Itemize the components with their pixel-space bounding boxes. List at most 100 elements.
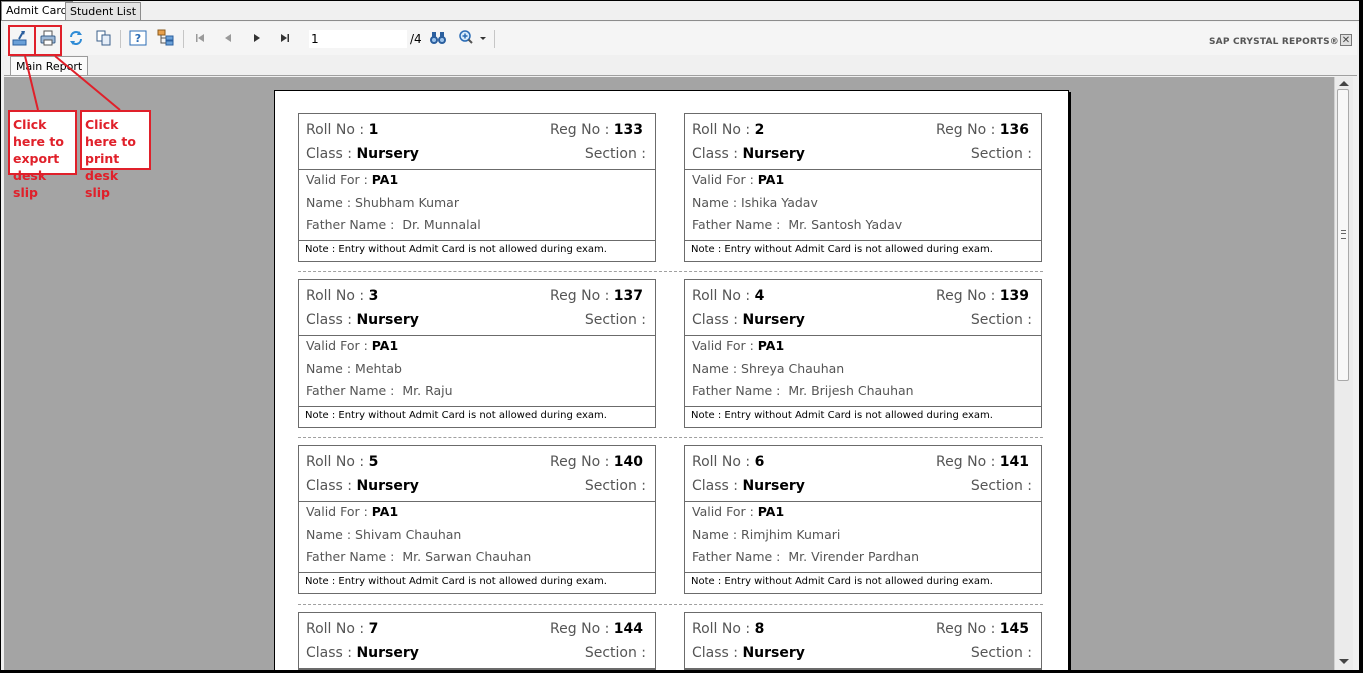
roll-no: Roll No : 6 [692,454,765,470]
previous-page-button[interactable] [217,27,239,49]
roll-no: Roll No : 3 [306,288,379,304]
class-field: Class : Nursery [692,146,805,162]
card-note: Note : Entry without Admit Card is not a… [691,410,993,421]
class-field: Class : Nursery [306,146,419,162]
student-name: Name : Ishika Yadav [692,195,818,210]
card-header: Roll No : 8 Reg No : 145 Class : Nursery Se… [685,613,1041,669]
next-page-button[interactable] [246,27,268,49]
reg-no: Reg No : 139 [936,288,1029,304]
reg-no: Reg No : 144 [550,621,643,637]
valid-for: Valid For : PA1 [306,338,399,353]
admit-card: Roll No : 1 Reg No : 133 Class : Nursery Se… [298,113,656,262]
report-viewer-window: Admit Card Student List ? 1 /4 SAP CRYST… [1,1,1359,670]
class-field: Class : Nursery [692,645,805,661]
first-page-icon [196,34,204,42]
section-field: Section : [584,146,646,162]
find-button[interactable] [427,27,449,49]
row-separator [298,437,1043,438]
section-field: Section : [584,312,646,328]
report-toolbar: ? 1 /4 SAP CRYSTAL REPORTS® ✕ [4,22,1357,55]
scroll-thumb[interactable] [1337,89,1349,381]
section-field: Section : [584,478,646,494]
close-view-button[interactable]: ✕ [1340,34,1352,46]
admit-card: Roll No : 5 Reg No : 140 Class : Nursery Se… [298,445,656,594]
toolbar-separator [183,30,184,48]
admit-card: Roll No : 4 Reg No : 139 Class : Nursery Se… [684,279,1042,428]
roll-no: Roll No : 4 [692,288,765,304]
class-field: Class : Nursery [692,478,805,494]
scroll-grip [1341,230,1346,239]
last-page-button[interactable] [274,27,296,49]
reg-no: Reg No : 145 [936,621,1029,637]
export-arrow [24,55,39,111]
row-separator [298,271,1043,272]
card-header: Roll No : 3 Reg No : 137 Class : Nursery Se… [299,280,655,336]
card-body: Valid For : PA1 Name : Rimjhim Kumari Fath… [685,502,1041,573]
reg-no: Reg No : 140 [550,454,643,470]
roll-no: Roll No : 2 [692,122,765,138]
student-name: Name : Shubham Kumar [306,195,459,210]
valid-for: Valid For : PA1 [306,172,399,187]
student-name: Name : Shivam Chauhan [306,527,462,542]
valid-for: Valid For : PA1 [692,504,785,519]
card-body: Valid For : PA1 Name : Shreya Chauhan Fath… [685,336,1041,407]
reg-no: Reg No : 137 [550,288,643,304]
page-total-label: /4 [410,32,422,46]
previous-page-icon [225,34,231,42]
first-page-button[interactable] [189,27,211,49]
card-note: Note : Entry without Admit Card is not a… [691,244,993,255]
card-header: Roll No : 5 Reg No : 140 Class : Nursery Se… [299,446,655,502]
page-number-input[interactable] [309,30,407,48]
valid-for: Valid For : PA1 [692,172,785,187]
father-name: Father Name : Mr. Santosh Yadav [692,217,903,232]
reg-no: Reg No : 141 [936,454,1029,470]
father-name: Father Name : Mr. Virender Pardhan [692,549,920,564]
admit-card: Roll No : 8 Reg No : 145 Class : Nursery Se… [684,612,1042,670]
card-note: Note : Entry without Admit Card is not a… [305,244,607,255]
card-body: Valid For : PA1 Name : Mehtab Father Name … [299,336,655,407]
brand-label: SAP CRYSTAL REPORTS® [1209,37,1339,47]
class-field: Class : Nursery [692,312,805,328]
annotation-arrows [24,55,121,111]
father-name: Father Name : Mr. Sarwan Chauhan [306,549,532,564]
print-callout: Click here to print desk slip [80,110,151,200]
export-callout: Click here to export desk slip [8,110,77,200]
roll-no: Roll No : 8 [692,621,765,637]
card-body: Valid For : PA1 Name : Shivam Chauhan Fath… [299,502,655,573]
print-arrow [54,55,121,111]
section-field: Section : [970,146,1032,162]
report-tabs: Main Report [4,55,1357,76]
scroll-up-arrow[interactable] [1339,81,1349,86]
valid-for: Valid For : PA1 [692,338,785,353]
valid-for: Valid For : PA1 [306,504,399,519]
father-name: Father Name : Mr. Raju [306,383,453,398]
zoom-dropdown[interactable] [456,27,490,49]
toolbar-separator [494,30,495,48]
class-field: Class : Nursery [306,312,419,328]
admit-card: Roll No : 6 Reg No : 141 Class : Nursery Se… [684,445,1042,594]
student-name: Name : Rimjhim Kumari [692,527,841,542]
reg-no: Reg No : 136 [936,122,1029,138]
card-header: Roll No : 4 Reg No : 139 Class : Nursery Se… [685,280,1041,336]
roll-no: Roll No : 5 [306,454,379,470]
admit-card: Roll No : 7 Reg No : 144 Class : Nursery Se… [298,612,656,670]
report-tab-divider [4,75,1357,76]
reg-no: Reg No : 133 [550,122,643,138]
scroll-down-arrow[interactable] [1339,659,1349,664]
card-header: Roll No : 6 Reg No : 141 Class : Nursery Se… [685,446,1041,502]
class-field: Class : Nursery [306,478,419,494]
admit-card: Roll No : 3 Reg No : 137 Class : Nursery Se… [298,279,656,428]
report-page: Roll No : 1 Reg No : 133 Class : Nursery Se… [274,90,1069,670]
report-canvas[interactable]: Roll No : 1 Reg No : 133 Class : Nursery Se… [4,77,1334,670]
father-name: Father Name : Dr. Munnalal [306,217,481,232]
last-page-icon [281,34,289,42]
vertical-scrollbar[interactable] [1334,77,1353,670]
section-field: Section : [584,645,646,661]
tab-divider [1,20,1359,21]
admit-card: Roll No : 2 Reg No : 136 Class : Nursery Se… [684,113,1042,262]
section-field: Section : [970,645,1032,661]
row-separator [298,604,1043,605]
card-body: Valid For : PA1 Name : Ishika Yadav Father… [685,170,1041,241]
student-name: Name : Shreya Chauhan [692,361,845,376]
card-note: Note : Entry without Admit Card is not a… [691,576,993,587]
